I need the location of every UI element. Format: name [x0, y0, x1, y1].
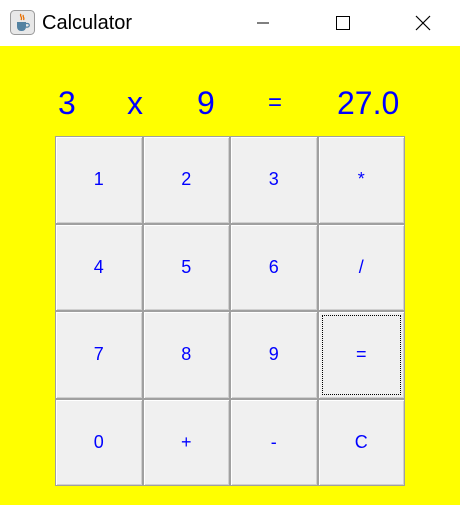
- minimize-button[interactable]: [240, 0, 286, 46]
- equals-button[interactable]: =: [317, 311, 405, 399]
- close-button[interactable]: [400, 0, 446, 46]
- keypad: 1 2 3 * 4 5 6 / 7 8 9 = 0 + - C: [55, 136, 405, 486]
- java-cup-icon: [10, 10, 35, 35]
- result-label: 27.0: [337, 85, 400, 121]
- key-7-button[interactable]: 7: [55, 311, 143, 399]
- key-2-button[interactable]: 2: [142, 136, 230, 224]
- equals-label: =: [268, 89, 283, 116]
- second-operand: 9: [197, 85, 215, 121]
- calculator-window: Calculator 3 x 9 = 27.0 1 2 3 * 4 5 6 / …: [0, 0, 460, 505]
- key-9-button[interactable]: 9: [230, 311, 318, 399]
- window-title: Calculator: [42, 12, 133, 34]
- key-6-button[interactable]: 6: [230, 223, 318, 311]
- maximize-button[interactable]: [320, 0, 366, 46]
- maximize-icon: [336, 16, 350, 30]
- key-1-button[interactable]: 1: [55, 136, 143, 224]
- clear-button[interactable]: C: [317, 398, 405, 486]
- key-3-button[interactable]: 3: [230, 136, 318, 224]
- key-8-button[interactable]: 8: [142, 311, 230, 399]
- first-operand: 3: [58, 85, 76, 121]
- divide-button[interactable]: /: [317, 223, 405, 311]
- minimize-icon: [257, 22, 269, 24]
- key-4-button[interactable]: 4: [55, 223, 143, 311]
- multiply-button[interactable]: *: [317, 136, 405, 224]
- plus-button[interactable]: +: [142, 398, 230, 486]
- minus-button[interactable]: -: [230, 398, 318, 486]
- calculator-panel: 3 x 9 = 27.0 1 2 3 * 4 5 6 / 7 8 9 = 0 +…: [0, 46, 460, 505]
- close-icon: [415, 15, 431, 31]
- operator-label: x: [127, 85, 143, 121]
- key-5-button[interactable]: 5: [142, 223, 230, 311]
- key-0-button[interactable]: 0: [55, 398, 143, 486]
- title-bar[interactable]: Calculator: [0, 0, 460, 46]
